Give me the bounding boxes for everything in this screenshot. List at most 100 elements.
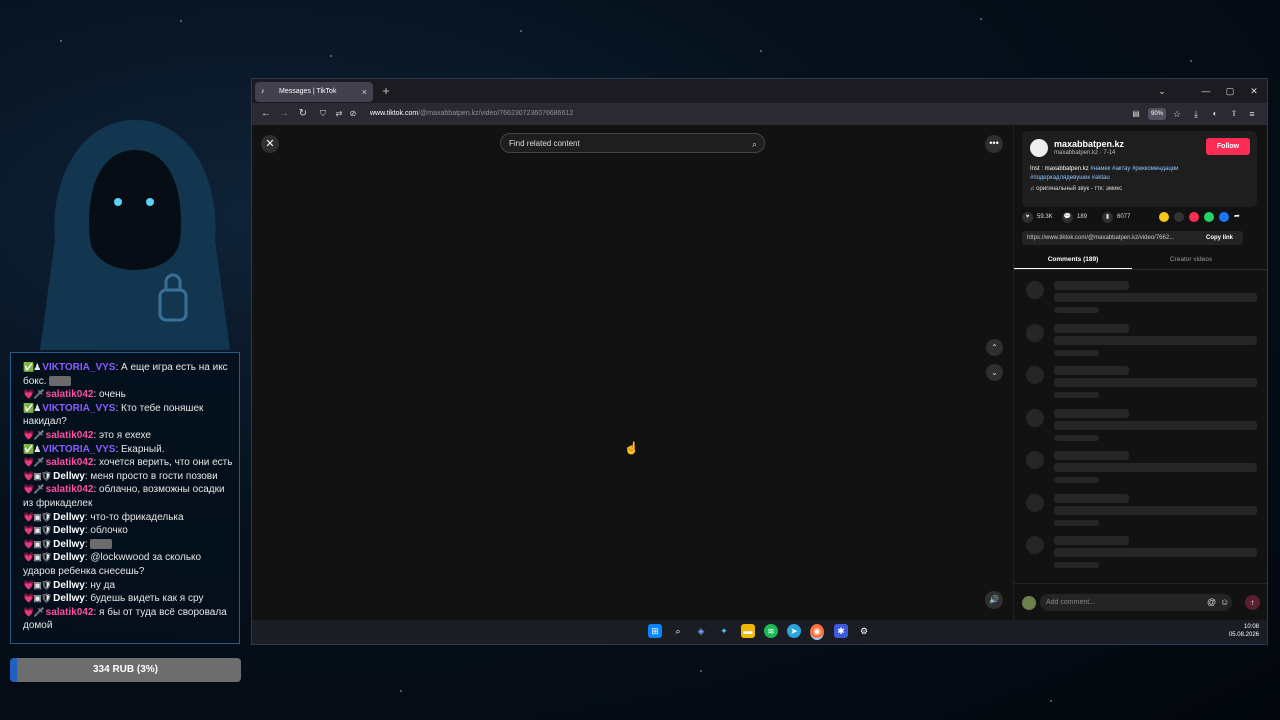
star [1050,700,1052,702]
bookmark-star-icon[interactable]: ☆ [1169,106,1185,122]
creator-username[interactable]: maxabbatpen.kz [1054,139,1124,149]
chat-username[interactable]: salatik042 [46,457,94,468]
comment-skeleton-name [1054,451,1129,460]
tab-comments[interactable]: Comments (189) [1014,253,1132,269]
send-friend-icon[interactable] [1189,212,1199,222]
minimize-button[interactable]: — [1194,79,1218,103]
follow-button[interactable]: Follow [1206,138,1250,155]
like-button[interactable]: ♥ 59.3K [1022,211,1053,223]
previous-video-button[interactable]: ⌃ [986,339,1003,356]
user-badges: 💗🗡 [23,429,45,440]
more-share-icon[interactable]: ➦ [1234,212,1244,222]
user-badges: ✅♟ [23,443,41,454]
save-button[interactable]: ▮ 6077 [1102,211,1130,223]
settings-gear-icon[interactable]: ⚙ [857,624,871,638]
chat-username[interactable]: VIKTORIA_VYS [42,444,115,455]
creator-subline: maxabbatpen.kz · 7-14 [1054,150,1116,156]
volume-button[interactable]: 🔊 [985,591,1003,609]
tiktok-icon: ♪ [261,88,265,95]
chat-message: 💗▣🛡 Dellwy: @lockwwood за сколько ударов … [23,551,233,578]
tab-list-icon[interactable]: ⌄ [1150,79,1174,103]
snowflake-app-icon[interactable]: ✱ [834,624,848,638]
chat-username[interactable]: Dellwy [53,512,85,523]
firefox-icon[interactable]: ◉ [810,624,824,640]
tab-messages-tiktok[interactable]: ♪ Messages | TikTok × [255,82,373,102]
comment-skeleton-meta [1054,392,1099,398]
comment-skeleton-name [1054,408,1129,418]
copilot-icon[interactable]: ◈ [694,624,708,638]
comment-input[interactable]: Add comment... @ ☺ [1040,594,1232,611]
chat-username[interactable]: salatik042 [46,389,94,400]
facebook-icon[interactable] [1219,212,1229,222]
system-clock[interactable]: 10:08 05.08.2026 [1229,623,1259,639]
chat-emote [49,375,72,386]
comment-button[interactable]: 💬 189 [1062,211,1087,223]
extension-icon[interactable]: ◐ [1207,106,1223,122]
close-video-button[interactable]: ✕ [261,135,279,153]
comment-skeleton-meta [1054,519,1099,526]
windows-start-icon[interactable]: ⊞ [648,624,662,638]
search-input[interactable]: Find related content ⌕ [500,133,765,153]
mouse-cursor-icon: ☝ [624,441,639,455]
chat-username[interactable]: Dellwy [53,593,85,604]
back-button[interactable]: ← [258,106,274,122]
sound-info[interactable]: ♫ оригинальный звук - ттк: эмикс [1030,186,1122,192]
clock-time: 10:08 [1243,624,1259,630]
tiktok-page: ✕ Find related content ⌕ ••• ⌃ ⌄ 🔊 ☝ max… [252,125,1267,620]
comment-skeleton-name [1054,323,1129,333]
embed-icon[interactable] [1174,212,1184,222]
comment-skeleton-name [1054,281,1129,290]
comment-skeleton-text [1054,463,1257,472]
browser-window: ♪ Messages | TikTok × + ⌄ — ▢ ✕ ← → ↻ ⛉ … [251,78,1268,645]
chat-username[interactable]: VIKTORIA_VYS [42,362,115,373]
creator-avatar[interactable] [1030,139,1048,157]
next-video-button[interactable]: ⌄ [986,364,1003,381]
chat-username[interactable]: salatik042 [46,430,94,441]
spotify-icon[interactable]: ≋ [764,624,778,638]
zoom-level[interactable]: 90% [1148,108,1166,120]
post-description: Inst : maxabbatpen.kz #намек #актау #рек… [1030,165,1250,183]
tab-creator-videos[interactable]: Creator videos [1132,253,1250,267]
copy-link-button[interactable]: Copy link [1206,231,1233,245]
whatsapp-icon[interactable] [1204,212,1214,222]
forward-button[interactable]: → [276,106,292,122]
maximize-button[interactable]: ▢ [1218,79,1242,103]
comment-skeleton-avatar [1026,408,1044,427]
file-explorer-icon[interactable]: ▬ [741,624,755,638]
menu-icon[interactable]: ≡ [1244,106,1260,122]
chat-username[interactable]: Dellwy [53,471,85,482]
search-taskbar-icon[interactable]: ⌕ [671,624,685,638]
downloads-icon[interactable]: ⤓ [1188,106,1204,122]
user-badges: 💗▣🛡 [23,538,52,549]
hashtags-line-1[interactable]: #намек #актау #реккомендации [1090,166,1178,172]
shield-icon[interactable]: ⛉ [315,106,331,122]
url-bar[interactable]: www.tiktok.com/@maxabbatpen.kz/video/766… [370,108,573,120]
comments-tabs: Comments (189) Creator videos [1014,253,1267,270]
new-tab-button[interactable]: + [377,82,395,100]
hashtags-line-2[interactable]: #подеркадлядевушек #aktau [1030,175,1110,181]
chat-username[interactable]: Dellwy [53,580,85,591]
chat-username[interactable]: Dellwy [53,539,85,550]
reload-button[interactable]: ↻ [295,106,311,122]
reader-view-icon[interactable]: ▤ [1128,106,1144,122]
emoji-icon[interactable]: ☺ [1220,594,1229,611]
chat-username[interactable]: Dellwy [53,525,85,536]
close-tab-icon[interactable]: × [362,82,367,102]
chat-username[interactable]: salatik042 [46,607,94,618]
chat-username[interactable]: Dellwy [53,552,85,563]
chat-username[interactable]: VIKTORIA_VYS [42,403,115,414]
sparkle-app-icon[interactable]: ✦ [717,624,731,638]
coin-share-icon[interactable] [1159,212,1169,222]
mention-icon[interactable]: @ [1207,594,1216,611]
star [980,18,982,20]
close-window-button[interactable]: ✕ [1242,79,1266,103]
search-icon[interactable]: ⌕ [752,134,757,154]
camera-blocked-icon[interactable]: ⊘ [345,106,361,122]
share-icon[interactable]: ⇪ [1226,106,1242,122]
post-comment-button[interactable]: ↑ [1245,595,1260,610]
chat-text: : Екарный. [115,443,165,455]
telegram-icon[interactable]: ➤ [787,624,801,638]
chat-username[interactable]: salatik042 [46,484,94,495]
more-options-button[interactable]: ••• [985,135,1003,153]
chat-message: 💗🗡 salatik042: очень [23,388,233,402]
